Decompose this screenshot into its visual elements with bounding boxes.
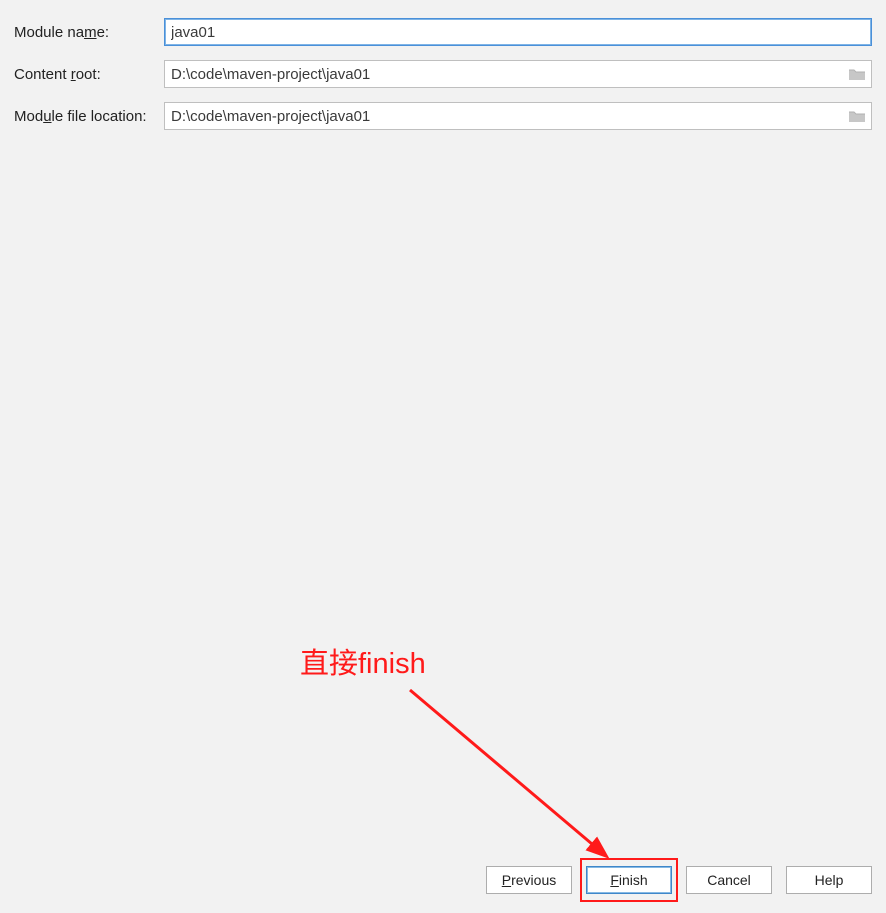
label-module-file-location: Module file location: xyxy=(14,108,164,125)
input-wrap-module-file-location xyxy=(164,102,872,130)
help-button[interactable]: Help xyxy=(786,866,872,894)
module-file-location-input[interactable] xyxy=(164,102,872,130)
finish-button[interactable]: Finish xyxy=(586,866,672,894)
cancel-button[interactable]: Cancel xyxy=(686,866,772,894)
annotation-arrow xyxy=(400,680,660,880)
module-name-input[interactable] xyxy=(164,18,872,46)
row-content-root: Content root: xyxy=(14,60,872,88)
label-module-name: Module name: xyxy=(14,24,164,41)
input-wrap-content-root xyxy=(164,60,872,88)
label-content-root: Content root: xyxy=(14,66,164,83)
row-module-name: Module name: xyxy=(14,18,872,46)
wizard-button-bar: Previous Finish Cancel Help xyxy=(0,861,886,913)
row-module-file-location: Module file location: xyxy=(14,102,872,130)
annotation-text: 直接finish xyxy=(300,640,426,682)
input-wrap-module-name xyxy=(164,18,872,46)
module-settings-form: Module name: Content root: Module file l… xyxy=(0,0,886,130)
previous-button[interactable]: Previous xyxy=(486,866,572,894)
content-root-input[interactable] xyxy=(164,60,872,88)
